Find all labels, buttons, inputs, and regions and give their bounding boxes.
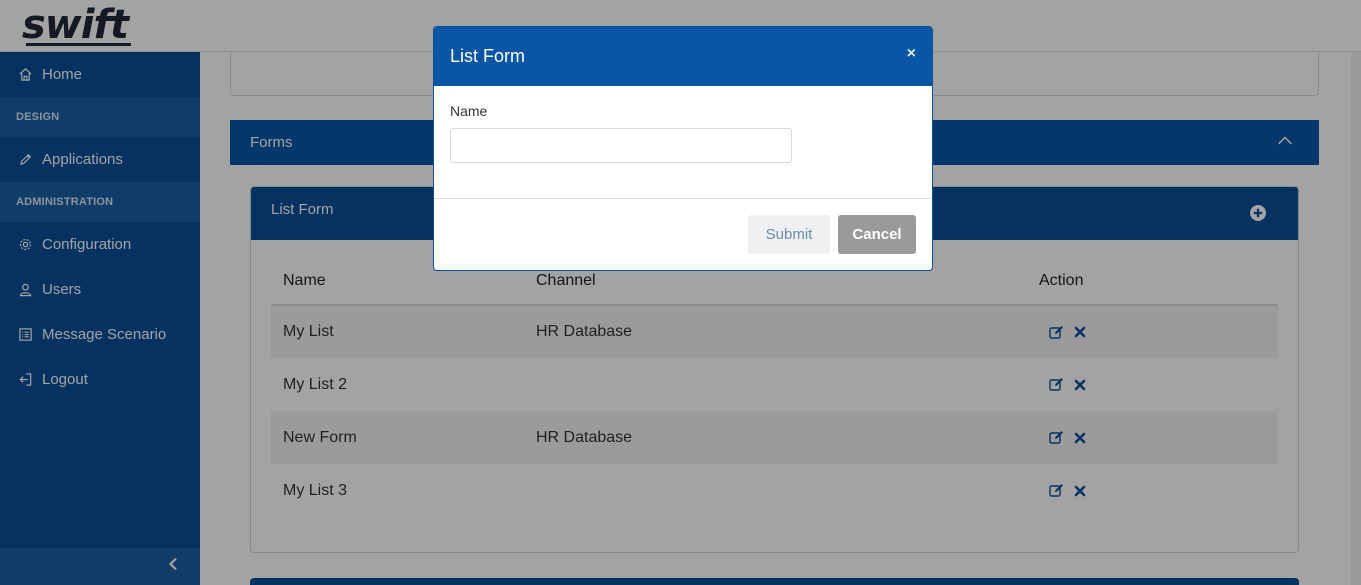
list-form-modal: List Form × Name Submit Cancel <box>433 26 933 271</box>
name-field-label: Name <box>450 103 488 119</box>
cancel-button[interactable]: Cancel <box>838 215 916 254</box>
modal-body: Name <box>434 86 932 199</box>
modal-title: List Form <box>450 46 526 66</box>
close-icon[interactable]: × <box>907 45 916 63</box>
submit-button[interactable]: Submit <box>748 215 830 254</box>
modal-header: List Form × <box>434 27 932 86</box>
name-input[interactable] <box>450 128 792 163</box>
modal-footer: Submit Cancel <box>434 199 932 270</box>
